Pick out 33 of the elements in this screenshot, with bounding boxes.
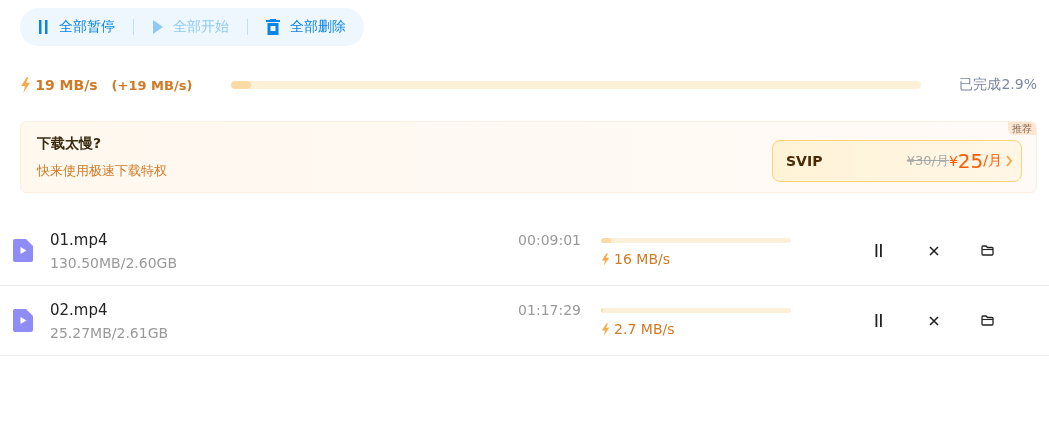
- file-name: 01.mp4: [50, 230, 109, 249]
- toolbar-button[interactable]: 全部删除: [248, 18, 346, 36]
- promo-subtitle: 快来使用极速下载特权: [37, 161, 167, 180]
- download-row[interactable]: 01.mp4 130.50MB/2.60GB 00:09:01 16 MB/s: [0, 216, 1049, 286]
- download-speed: 2.7 MB/s: [614, 321, 675, 337]
- close-icon: [929, 245, 939, 256]
- file-size: 25.27MB/2.61GB: [50, 324, 170, 341]
- download-row[interactable]: 02.mp4 25.27MB/2.61GB 01:17:29 2.7 MB/s: [0, 286, 1049, 356]
- lightning-icon: [20, 77, 32, 93]
- file-size: 130.50MB/2.60GB: [50, 254, 178, 271]
- play-icon: [152, 20, 163, 34]
- promo-title: 下载太慢?: [37, 134, 103, 153]
- pause-icon: [38, 20, 49, 34]
- folder-icon: [980, 315, 994, 326]
- speed-boost: (+19 MB/s): [111, 77, 193, 93]
- toolbar-button[interactable]: 全部暂停: [38, 18, 133, 36]
- close-icon: [929, 315, 939, 326]
- trash-icon: [266, 19, 280, 35]
- completed-percent: 已完成2.9%: [959, 76, 1037, 94]
- video-file-icon: [13, 309, 33, 332]
- recommend-badge: 推荐: [1008, 122, 1036, 135]
- chevron-right-icon: [1005, 155, 1013, 167]
- folder-icon: [980, 245, 994, 256]
- video-file-icon: [13, 239, 33, 262]
- file-name: 02.mp4: [50, 300, 109, 319]
- lightning-icon: [601, 252, 611, 266]
- download-speed: 16 MB/s: [614, 251, 671, 267]
- pause-icon: [874, 314, 884, 327]
- time-remaining: 01:17:29: [517, 302, 581, 318]
- download-speed: 19 MB/s: [35, 77, 98, 93]
- pause-icon: [874, 244, 884, 257]
- time-remaining: 00:09:01: [517, 232, 581, 248]
- lightning-icon: [601, 322, 611, 336]
